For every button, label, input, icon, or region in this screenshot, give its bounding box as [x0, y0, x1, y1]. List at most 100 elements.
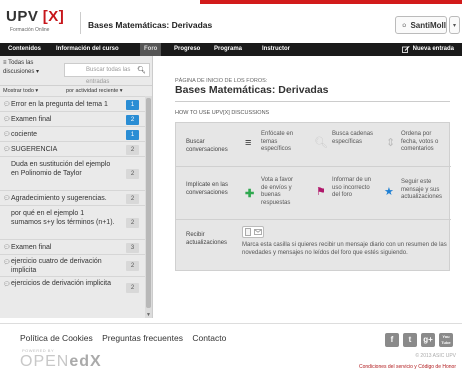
terms-link[interactable]: Condiciones del servicio y Código de Hon…	[359, 364, 456, 370]
course-nav: Contenidos Información del curso Foro Pr…	[0, 43, 462, 56]
comment-count-badge: 2	[126, 145, 139, 155]
twitter-icon[interactable]: t	[403, 333, 417, 347]
openedx-logo[interactable]: OPENedX	[20, 353, 102, 371]
plus-icon: ✚	[245, 188, 255, 200]
sort-dropdown[interactable]: por actividad reciente ▾	[66, 88, 123, 94]
youtube-icon[interactable]: You Tube	[439, 333, 453, 347]
tab-informacion[interactable]: Información del curso	[56, 43, 119, 56]
list-item[interactable]: Duda en sustitución del ejemplo en Polin…	[0, 156, 145, 190]
list-item[interactable]: 💬︎ Error en la pregunta del tema 1 1	[0, 96, 145, 111]
comment-icon: 💬︎	[3, 117, 11, 123]
all-discussions-dropdown[interactable]: ≡ Todas las discusiones ▾	[3, 59, 61, 77]
comment-icon: 💬︎	[3, 147, 11, 153]
mail-icon	[254, 229, 262, 235]
list-item[interactable]: 💬︎ ejercicio cuatro de derivación implic…	[0, 254, 145, 276]
openedx-logo-open: OPEN	[20, 353, 70, 370]
sort-icon: ⇕	[386, 137, 396, 149]
social-links: f t g+ You Tube	[385, 333, 453, 347]
row-cell: Seguir este mensaje y sus actualizacione…	[401, 179, 443, 200]
sidebar-scrollbar[interactable]: ▼	[145, 96, 152, 318]
search-icon[interactable]: 🔍︎	[137, 65, 146, 77]
discussion-title: por qué en el ejemplo 1 sumamos s+y los …	[11, 210, 115, 226]
discussion-sidebar: ≡ Todas las discusiones ▾ Buscar todas l…	[0, 56, 153, 318]
tab-programa[interactable]: Programa	[214, 43, 242, 56]
user-dropdown-button[interactable]: ▾	[449, 16, 460, 34]
list-item[interactable]: 💬︎ ejercicios de derivación implicita 2	[0, 276, 145, 298]
logo-subtitle: Formación Online	[10, 27, 50, 33]
discussion-list: 💬︎ Error en la pregunta del tema 1 1 💬︎ …	[0, 96, 145, 318]
comment-count-badge: 2	[126, 169, 139, 179]
row-cell: Enfócate en temas específicos	[261, 131, 294, 152]
upvx-logo[interactable]: UPV [X] Formación Online	[6, 8, 66, 38]
row-cell: Busca cadenas específicas	[332, 131, 374, 145]
star-icon: ★	[384, 186, 394, 198]
comment-icon: 💬︎	[3, 102, 11, 108]
discussion-title: SUGERENCIA	[11, 146, 58, 153]
discussion-title: Duda en sustitución del ejemplo en Polin…	[11, 161, 111, 177]
howto-row-search: Buscar conversaciones ≡ Enfócate en tema…	[176, 123, 451, 167]
discussion-title: Error en la pregunta del tema 1	[11, 101, 108, 108]
header-divider	[80, 12, 81, 34]
forum-main: PÁGINA DE INICIO DE LOS FOROS: Bases Mat…	[160, 56, 460, 318]
scrollbar-thumb[interactable]	[146, 98, 151, 308]
comment-count-badge: 2	[126, 261, 139, 271]
comment-icon: 💬︎	[3, 245, 11, 251]
comment-count-badge: 2	[126, 194, 139, 204]
howto-panel: Buscar conversaciones ≡ Enfócate en tema…	[175, 122, 451, 271]
comment-count-badge: 3	[126, 243, 139, 253]
page-title: Bases Matemáticas: Derivadas	[175, 84, 329, 96]
footer-links: Política de Cookies Preguntas frecuentes…	[20, 333, 233, 343]
user-menu-button[interactable]: SantiMoll	[395, 16, 447, 34]
list-item[interactable]: 💬︎ cociente 1	[0, 126, 145, 141]
row-cell: Informar de un uso incorrecto del foro	[332, 177, 372, 198]
list-item[interactable]: 💬︎ Examen final 2	[0, 111, 145, 126]
list-item[interactable]: por qué en el ejemplo 1 sumamos s+y los …	[0, 205, 145, 239]
row-label: Buscar conversaciones	[186, 139, 228, 153]
logo-x: [X]	[42, 8, 65, 25]
list-icon: ≡	[245, 137, 252, 149]
tab-contenidos[interactable]: Contenidos	[8, 43, 41, 56]
discussion-title: Examen final	[11, 116, 52, 123]
scroll-down-icon[interactable]: ▼	[146, 312, 151, 318]
howto-row-updates: Recibir actualizaciones Marca esta casil…	[176, 220, 451, 271]
discussion-title: Agradecimiento y sugerencias.	[11, 195, 107, 202]
discussion-title: cociente	[11, 131, 38, 138]
tab-progreso[interactable]: Progreso	[174, 43, 200, 56]
search-placeholder: Buscar todas las entradas	[86, 67, 131, 85]
footer-link-faq[interactable]: Preguntas frecuentes	[102, 333, 183, 343]
facebook-icon[interactable]: f	[385, 333, 399, 347]
new-post-button[interactable]: Nueva entrada	[401, 43, 454, 56]
comment-icon: 💬︎	[3, 132, 11, 138]
row-label: Implícate en las conversaciones	[186, 182, 229, 196]
google-plus-icon[interactable]: g+	[421, 333, 435, 347]
edit-icon	[401, 46, 410, 53]
discussion-title: ejercicio cuatro de derivación implicita	[11, 258, 102, 274]
copyright: © 2013 ASIC UPV	[415, 353, 456, 359]
header: UPV [X] Formación Online Bases Matemátic…	[0, 4, 462, 42]
sidebar-header: ≡ Todas las discusiones ▾ Buscar todas l…	[0, 56, 152, 85]
all-discussions-label: Todas las discusiones ▾	[3, 60, 40, 75]
username: SantiMoll	[410, 20, 446, 30]
filter-show-dropdown[interactable]: Mostrar todo ▾	[3, 88, 38, 94]
list-item[interactable]: 💬︎ Agradecimiento y sugerencias. 2	[0, 190, 145, 205]
list-item[interactable]: 💬︎ SUGERENCIA 2	[0, 141, 145, 156]
row-label: Recibir actualizaciones	[186, 232, 228, 246]
new-post-label: Nueva entrada	[412, 46, 454, 52]
course-title: Bases Matemáticas: Derivadas	[88, 20, 213, 30]
flag-icon: ⚑	[316, 186, 326, 198]
search-input[interactable]: Buscar todas las entradas 🔍︎	[64, 63, 150, 85]
updates-checkbox[interactable]	[242, 226, 264, 238]
row-cell: Ordena por fecha, votos o comentarios	[401, 131, 439, 152]
sidebar-filter-bar: Mostrar todo ▾ por actividad reciente ▾	[0, 85, 152, 95]
tab-foro[interactable]: Foro	[140, 43, 162, 56]
howto-heading: HOW TO USE UPV[X] DISCUSSIONS	[175, 110, 270, 116]
comment-count-badge: 2	[126, 218, 139, 228]
divider	[175, 101, 450, 102]
comment-icon: 💬︎	[3, 260, 11, 266]
list-item[interactable]: 💬︎ Examen final 3	[0, 239, 145, 254]
comment-icon: 💬︎	[3, 196, 11, 202]
footer-link-contact[interactable]: Contacto	[192, 333, 226, 343]
comment-count-badge: 1	[126, 100, 139, 110]
tab-instructor[interactable]: Instructor	[262, 43, 290, 56]
footer-link-cookies[interactable]: Política de Cookies	[20, 333, 93, 343]
